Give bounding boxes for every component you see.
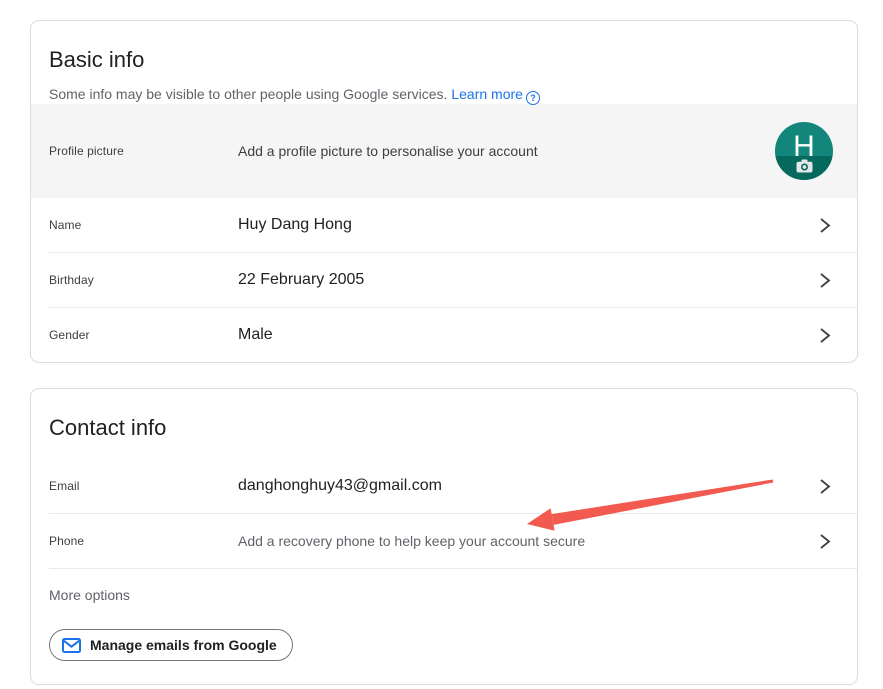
profile-picture-value: Add a profile picture to personalise you… [238,143,775,159]
learn-more-link[interactable]: Learn more [451,86,523,102]
more-options-link[interactable]: More options [49,587,130,603]
gender-value: Male [238,326,818,344]
help-icon[interactable] [526,91,540,105]
profile-picture-row[interactable]: Profile picture Add a profile picture to… [31,104,857,198]
envelope-icon [62,638,81,653]
email-row[interactable]: Email danghonghuy43@gmail.com [31,459,857,513]
basic-info-header: Basic info Some info may be visible to o… [31,21,857,104]
gender-row[interactable]: Gender Male [31,308,857,362]
name-value: Huy Dang Hong [238,216,818,234]
birthday-row[interactable]: Birthday 22 February 2005 [31,253,857,307]
birthday-label: Birthday [49,273,238,287]
avatar[interactable]: H [775,122,833,180]
basic-info-subtitle-text: Some info may be visible to other people… [49,86,447,102]
name-label: Name [49,218,238,232]
phone-value: Add a recovery phone to help keep your a… [238,533,818,549]
manage-emails-button-label: Manage emails from Google [90,637,277,653]
email-label: Email [49,479,238,493]
chevron-right-icon [818,478,831,495]
chevron-right-icon [818,272,831,289]
birthday-value: 22 February 2005 [238,271,818,289]
basic-info-subtitle: Some info may be visible to other people… [49,85,839,105]
manage-emails-button[interactable]: Manage emails from Google [49,629,293,661]
chevron-right-icon [818,327,831,344]
phone-row[interactable]: Phone Add a recovery phone to help keep … [31,514,857,568]
email-value: danghonghuy43@gmail.com [238,477,818,495]
contact-info-header: Contact info [31,389,857,459]
avatar-camera-band [775,156,833,180]
contact-info-card: Contact info Email danghonghuy43@gmail.c… [30,388,858,685]
camera-icon [796,159,813,178]
chevron-right-icon [818,533,831,550]
phone-label: Phone [49,534,238,548]
basic-info-title: Basic info [49,47,839,73]
basic-info-card: Basic info Some info may be visible to o… [30,20,858,363]
name-row[interactable]: Name Huy Dang Hong [31,198,857,252]
chevron-right-icon [818,217,831,234]
gender-label: Gender [49,328,238,342]
profile-picture-label: Profile picture [49,144,238,158]
contact-info-title: Contact info [49,415,839,441]
